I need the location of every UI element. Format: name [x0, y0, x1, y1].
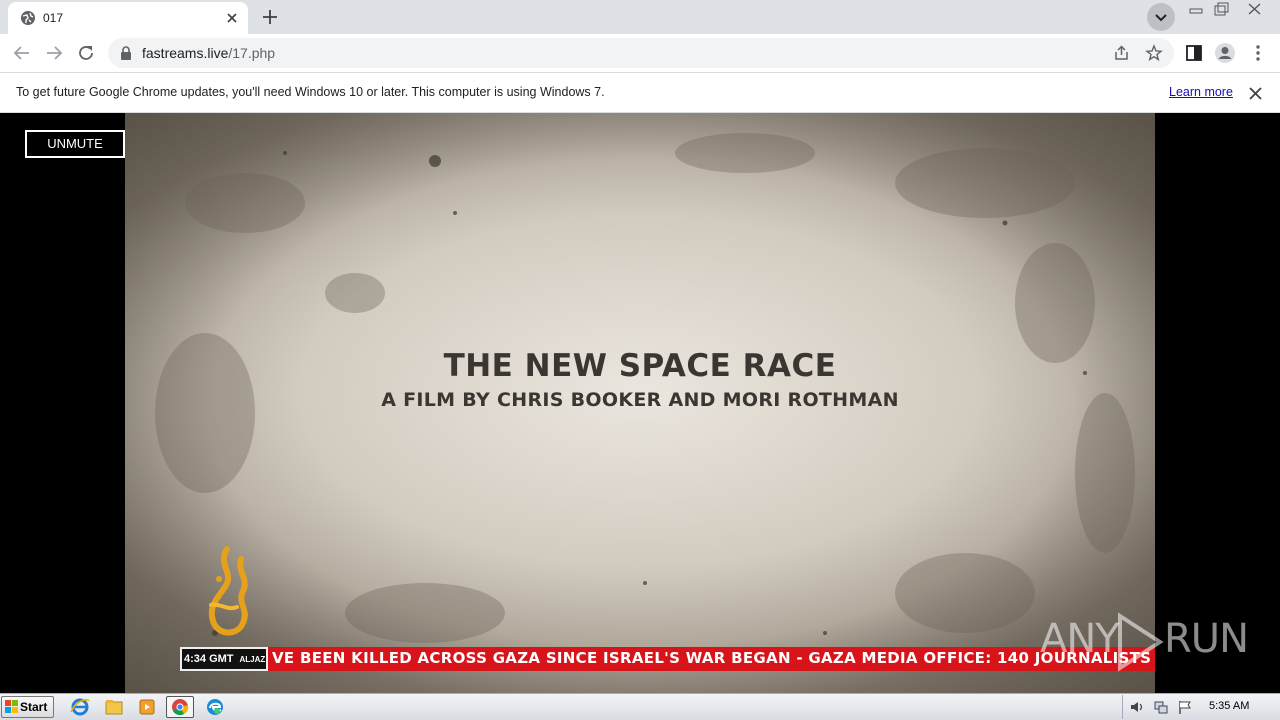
tab-close-icon[interactable]: [223, 9, 241, 27]
edge-icon[interactable]: [201, 696, 229, 718]
news-ticker: 4:34 GMT ALJAZ VE BEEN KILLED ACROSS GAZA…: [180, 647, 1155, 671]
watermark-right-text: RUN: [1164, 616, 1249, 662]
start-label: Start: [20, 700, 48, 714]
internet-explorer-icon[interactable]: [66, 696, 94, 718]
anyrun-watermark: ANY RUN: [1040, 612, 1249, 672]
url-domain: fastreams.live: [142, 45, 229, 61]
chevron-down-icon: [1155, 14, 1167, 22]
film-subtitle: A FILM BY CHRIS BOOKER AND MORI ROTHMAN: [381, 389, 899, 411]
chrome-taskbar-button[interactable]: [166, 696, 194, 718]
watermark-left-text: ANY: [1040, 616, 1120, 662]
ticker-brand: ALJAZ: [239, 655, 266, 664]
url-path: /17.php: [228, 45, 276, 61]
chrome-icon: [172, 699, 189, 716]
media-player-icon[interactable]: [133, 696, 161, 718]
tab-title: 017: [43, 11, 64, 25]
globe-icon: [21, 11, 35, 25]
windows-flag-icon: [5, 700, 18, 713]
address-bar[interactable]: fastreams.live/17.php: [108, 38, 1174, 68]
action-center-flag-icon[interactable]: [1177, 699, 1193, 715]
film-title: THE NEW SPACE RACE: [443, 348, 837, 384]
system-tray: 5:35 AM: [1122, 695, 1280, 719]
back-arrow-icon[interactable]: [11, 42, 33, 64]
browser-tab[interactable]: 017: [8, 2, 248, 34]
ticker-clock: 4:34 GMT ALJAZ: [180, 647, 268, 671]
profile-avatar-icon[interactable]: [1214, 42, 1236, 64]
network-icon[interactable]: [1153, 699, 1169, 715]
tab-search-button[interactable]: [1147, 3, 1175, 31]
reload-icon[interactable]: [75, 42, 97, 64]
update-infobar: To get future Google Chrome updates, you…: [0, 72, 1280, 113]
new-tab-icon[interactable]: [259, 6, 281, 28]
bookmark-star-icon[interactable]: [1145, 44, 1163, 62]
infobar-close-icon[interactable]: [1247, 85, 1264, 102]
start-button[interactable]: Start: [1, 696, 54, 718]
window-close-icon[interactable]: [1234, 1, 1276, 17]
video-player[interactable]: THE NEW SPACE RACE A FILM BY CHRIS BOOKE…: [125, 113, 1155, 693]
restore-icon[interactable]: [1209, 1, 1233, 17]
learn-more-link[interactable]: Learn more: [1169, 85, 1233, 99]
ticker-headline: VE BEEN KILLED ACROSS GAZA SINCE ISRAEL'…: [272, 649, 1155, 667]
minimize-icon[interactable]: [1184, 1, 1208, 17]
share-icon[interactable]: [1113, 44, 1131, 62]
unmute-button[interactable]: UNMUTE: [25, 130, 125, 158]
taskbar-clock[interactable]: 5:35 AM: [1209, 700, 1249, 712]
lock-icon[interactable]: [120, 46, 132, 60]
side-panel-icon[interactable]: [1183, 42, 1205, 64]
file-explorer-icon[interactable]: [100, 696, 128, 718]
aljazeera-logo: [208, 546, 248, 636]
tab-strip: 017: [0, 0, 1280, 34]
windows-taskbar: Start 5:35 AM: [0, 693, 1280, 720]
volume-icon[interactable]: [1129, 699, 1145, 715]
play-triangle-icon: [1118, 612, 1164, 672]
infobar-message: To get future Google Chrome updates, you…: [16, 85, 605, 99]
forward-arrow-icon[interactable]: [43, 42, 65, 64]
url-text[interactable]: fastreams.live/17.php: [142, 45, 275, 61]
ticker-time: 4:34 GMT: [184, 653, 234, 665]
page-content: THE NEW SPACE RACE A FILM BY CHRIS BOOKE…: [0, 113, 1280, 693]
menu-kebab-icon[interactable]: [1247, 42, 1269, 64]
browser-toolbar: fastreams.live/17.php: [0, 34, 1280, 72]
